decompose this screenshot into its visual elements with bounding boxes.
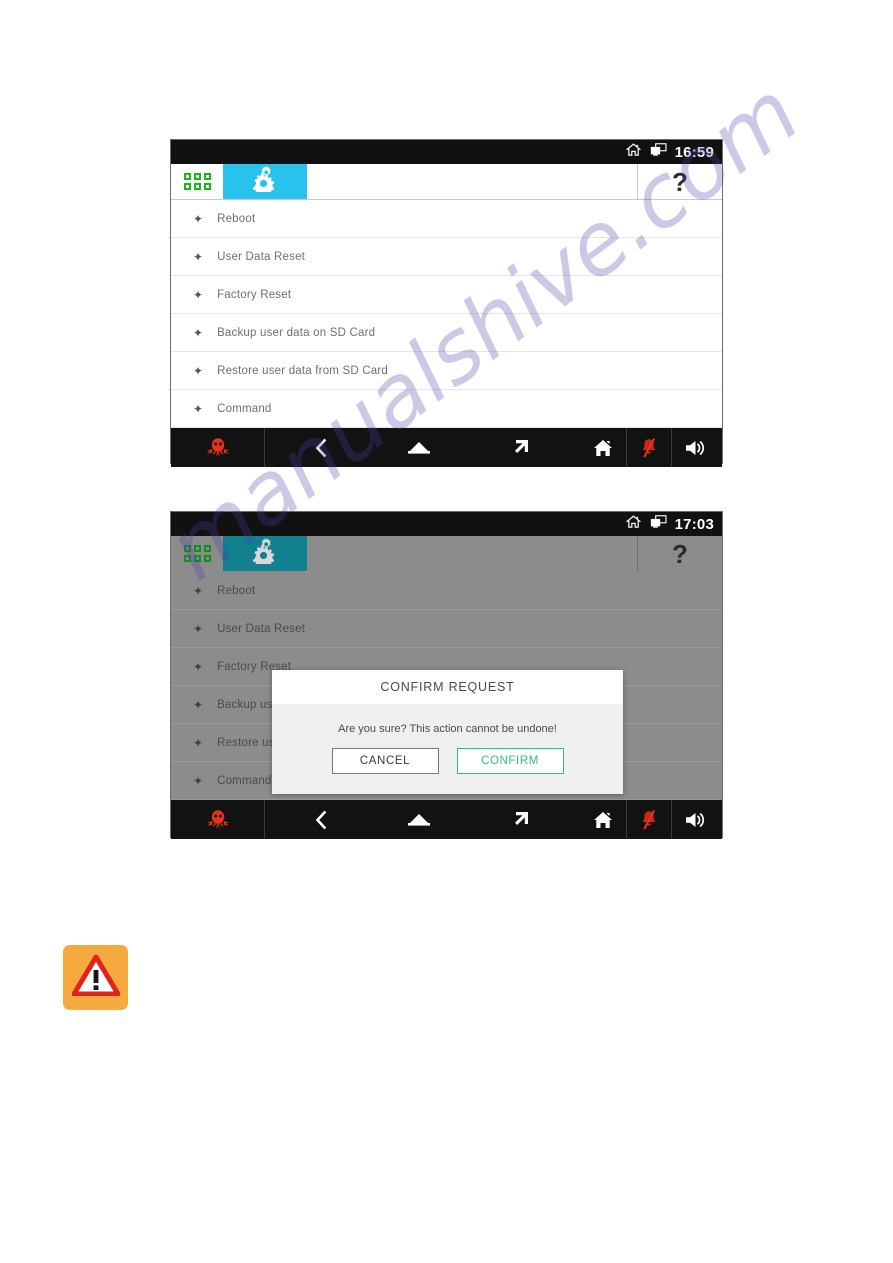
- dialog-message: Are you sure? This action cannot be undo…: [338, 723, 557, 735]
- list-item[interactable]: ✦ Command: [171, 390, 722, 428]
- list-item-label: Command: [217, 774, 272, 787]
- volume-icon[interactable]: [671, 800, 722, 839]
- status-bar-clock: 16:59: [674, 143, 714, 161]
- list-item[interactable]: ✦ Restore user data from SD Card: [171, 352, 722, 390]
- list-item[interactable]: ✦ User Data Reset: [171, 610, 722, 648]
- gears-icon: [250, 166, 280, 197]
- home-icon: [625, 142, 641, 162]
- list-item-label: Reboot: [217, 212, 256, 225]
- tab-settings[interactable]: [223, 536, 307, 571]
- list-item[interactable]: ✦ Backup user data on SD Card: [171, 314, 722, 352]
- status-bar-icons: [625, 514, 667, 534]
- home-pentagon-icon[interactable]: [394, 439, 444, 457]
- octopus-logo-icon[interactable]: [171, 800, 265, 839]
- nav-side-buttons: [580, 800, 722, 839]
- bullet-icon: ✦: [193, 773, 204, 788]
- bell-muted-icon[interactable]: [626, 428, 671, 467]
- warning-badge: [63, 945, 128, 1010]
- tab-settings[interactable]: [223, 164, 307, 199]
- device-screenshot-1: 16:59 ? ✦ Reboot ✦ User Data Reset ✦ Fac…: [170, 139, 723, 467]
- list-item-label: Factory Reset: [217, 288, 292, 301]
- list-item-label: Backup user data on SD Card: [217, 326, 376, 339]
- tab-bar-filler: [307, 164, 637, 199]
- home-icon: [625, 514, 641, 534]
- back-icon[interactable]: [301, 810, 340, 830]
- list-item-label: User Data Reset: [217, 250, 306, 263]
- bullet-icon: ✦: [193, 659, 204, 674]
- bullet-icon: ✦: [193, 287, 204, 302]
- help-button[interactable]: ?: [637, 164, 722, 199]
- status-bar-clock: 17:03: [674, 515, 714, 533]
- device-screenshot-2: 17:03 ? ✦ Reboot ✦ User Data Reset ✦ Fac…: [170, 511, 723, 839]
- help-button[interactable]: ?: [637, 536, 722, 571]
- bell-muted-icon[interactable]: [626, 800, 671, 839]
- list-item-label: Reboot: [217, 584, 256, 597]
- dialog-actions: CANCEL CONFIRM: [272, 748, 623, 794]
- bullet-icon: ✦: [193, 325, 204, 340]
- status-bar: 17:03: [171, 512, 722, 536]
- warning-triangle-icon: [71, 954, 120, 1001]
- nav-main-buttons: [265, 438, 580, 458]
- bottom-nav-bar: [171, 800, 722, 839]
- status-bar: 16:59: [171, 140, 722, 164]
- list-item-label: Command: [217, 402, 272, 415]
- status-bar-icons: [625, 142, 667, 162]
- tab-apps[interactable]: [171, 536, 223, 571]
- list-item[interactable]: ✦ Factory Reset: [171, 276, 722, 314]
- apps-grid-icon: [183, 545, 211, 562]
- bullet-icon: ✦: [193, 583, 204, 598]
- bottom-nav-bar: [171, 428, 722, 467]
- back-icon[interactable]: [301, 438, 340, 458]
- cancel-button[interactable]: CANCEL: [331, 748, 439, 774]
- house-icon[interactable]: [580, 800, 626, 839]
- list-item[interactable]: ✦ Reboot: [171, 200, 722, 238]
- dialog-title: CONFIRM REQUEST: [272, 670, 623, 704]
- tab-bar: ?: [171, 164, 722, 200]
- tab-bar-filler: [307, 536, 637, 571]
- list-item-label: Restore user data from SD Card: [217, 364, 388, 377]
- settings-menu-list: ✦ Reboot ✦ User Data Reset ✦ Factory Res…: [171, 200, 722, 428]
- bullet-icon: ✦: [193, 249, 204, 264]
- bullet-icon: ✦: [193, 363, 204, 378]
- remote-display-icon: [650, 514, 667, 534]
- nav-main-buttons: [265, 810, 580, 830]
- bullet-icon: ✦: [193, 735, 204, 750]
- remote-display-icon: [650, 142, 667, 162]
- bullet-icon: ✦: [193, 697, 204, 712]
- house-icon[interactable]: [580, 428, 626, 467]
- volume-icon[interactable]: [671, 428, 722, 467]
- confirm-button[interactable]: CONFIRM: [456, 748, 564, 774]
- octopus-logo-icon[interactable]: [171, 428, 265, 467]
- recents-arrow-icon[interactable]: [498, 438, 544, 458]
- nav-side-buttons: [580, 428, 722, 467]
- list-item-label: User Data Reset: [217, 622, 306, 635]
- list-item[interactable]: ✦ User Data Reset: [171, 238, 722, 276]
- bullet-icon: ✦: [193, 621, 204, 636]
- gears-icon: [250, 538, 280, 569]
- confirm-dialog: CONFIRM REQUEST Are you sure? This actio…: [272, 670, 623, 794]
- apps-grid-icon: [183, 173, 211, 190]
- tab-bar: ?: [171, 536, 722, 572]
- recents-arrow-icon[interactable]: [498, 810, 544, 830]
- bullet-icon: ✦: [193, 211, 204, 226]
- bullet-icon: ✦: [193, 401, 204, 416]
- tab-apps[interactable]: [171, 164, 223, 199]
- home-pentagon-icon[interactable]: [394, 811, 444, 829]
- list-item[interactable]: ✦ Reboot: [171, 572, 722, 610]
- settings-menu-list: ✦ Reboot ✦ User Data Reset ✦ Factory Res…: [171, 572, 722, 800]
